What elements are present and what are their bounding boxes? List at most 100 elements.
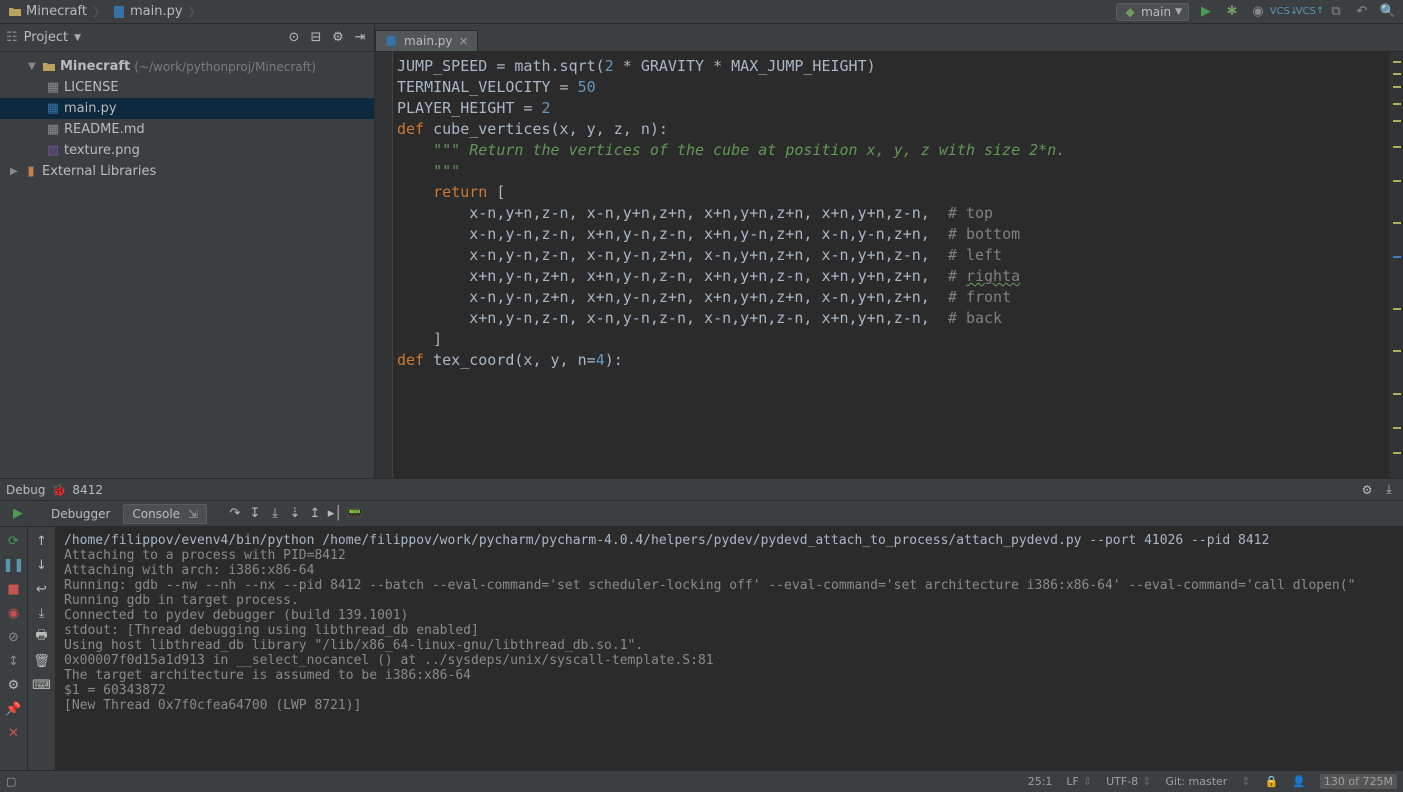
pin-icon: ⇲ — [188, 507, 198, 521]
close-tab-icon[interactable]: × — [459, 34, 469, 48]
project-tree[interactable]: ▼ Minecraft (~/work/pythonproj/Minecraft… — [0, 52, 374, 186]
vcs-update-button[interactable]: VCS↓ — [1275, 3, 1293, 21]
line-separator[interactable]: LF ⇕ — [1066, 775, 1092, 788]
tree-item[interactable]: ▨ texture.png — [0, 140, 374, 161]
editor-gutter[interactable] — [375, 52, 393, 478]
settings-gear-icon[interactable]: ⚙ — [1359, 482, 1375, 498]
tree-item-label: texture.png — [64, 143, 140, 158]
tool-window-quick-access-icon[interactable]: ▢ — [6, 775, 16, 788]
inspections-icon[interactable]: 👤 — [1292, 775, 1306, 788]
tree-item[interactable]: ▦LICENSE — [0, 77, 374, 98]
vcs-commit-button[interactable]: VCS↑ — [1301, 3, 1319, 21]
chevron-down-icon[interactable]: ▼ — [74, 33, 81, 43]
console-output[interactable]: /home/filippov/evenv4/bin/python /home/f… — [56, 527, 1403, 770]
caret-position[interactable]: 25:1 — [1028, 775, 1053, 788]
tree-root-label: Minecraft — [60, 59, 130, 74]
breadcrumb-project-label: Minecraft — [26, 4, 87, 19]
run-to-cursor-button[interactable]: ▸│ — [327, 506, 343, 522]
vcs-history-button[interactable]: ⧉ — [1327, 3, 1345, 21]
soft-wrap-button[interactable]: ↩ — [34, 581, 50, 597]
debug-toolbar: ▶ Debugger Console ⇲ ↷ ↧ ⤓ ⇣ ↥ ▸│ 📟 — [0, 501, 1403, 527]
scroll-from-source-button[interactable]: ⊙ — [286, 30, 302, 46]
chevron-down-icon[interactable]: ▼ — [28, 61, 38, 72]
hide-tool-window-button[interactable]: ⤓ — [1381, 482, 1397, 498]
editor-tab[interactable]: main.py × — [375, 30, 478, 51]
settings-gear-icon[interactable]: ⚙ — [330, 30, 346, 46]
breadcrumb: Minecraft 〉 main.py 〉 — [6, 2, 1116, 21]
hide-tool-window-button[interactable]: ⇥ — [352, 30, 368, 46]
step-out-button[interactable]: ↥ — [307, 506, 323, 522]
chevron-down-icon: ▼ — [1175, 7, 1182, 17]
close-button[interactable]: ✕ — [6, 725, 22, 741]
settings-gear-icon[interactable]: ⚙ — [6, 677, 22, 693]
coverage-button[interactable]: ◉ — [1249, 3, 1267, 21]
python-file-icon — [384, 34, 398, 48]
run-button[interactable]: ▶ — [1197, 3, 1215, 21]
scroll-to-end-button[interactable]: ⤓ — [34, 605, 50, 621]
git-branch[interactable]: Git: master — [1165, 775, 1227, 788]
tree-item-label: main.py — [64, 101, 117, 116]
error-stripe[interactable] — [1389, 52, 1403, 478]
print-button[interactable]: 🖶 — [34, 629, 50, 645]
folder-icon — [8, 5, 22, 19]
editor-tabbar: main.py × — [375, 24, 1403, 52]
folder-icon — [42, 60, 56, 74]
git-menu-icon[interactable]: ⇕ — [1241, 775, 1250, 788]
tree-root-path: (~/work/pythonproj/Minecraft) — [134, 60, 316, 74]
libraries-icon: ▮ — [24, 165, 38, 179]
view-breakpoints-button[interactable]: ◉ — [6, 605, 22, 621]
tree-item[interactable]: ▦README.md — [0, 119, 374, 140]
clear-all-button[interactable]: 🗑 — [34, 653, 50, 669]
editor-tab-label: main.py — [404, 34, 453, 48]
up-stack-button[interactable]: ↑ — [34, 533, 50, 549]
breadcrumb-sep-icon: 〉 — [93, 2, 106, 21]
chevron-right-icon[interactable]: ▶ — [10, 166, 20, 177]
tree-item[interactable]: ▦main.py — [0, 98, 374, 119]
mute-breakpoints-button[interactable]: ⊘ — [6, 629, 22, 645]
breadcrumb-project[interactable]: Minecraft — [6, 4, 89, 19]
console-tab-label: Console — [132, 507, 180, 521]
show-execution-point-button[interactable]: ↕ — [6, 653, 22, 669]
step-into-my-code-button[interactable]: ⤓ — [267, 506, 283, 522]
debug-tool-window: Debug 🐞 8412 ⚙ ⤓ ▶ Debugger Console ⇲ ↷ … — [0, 478, 1403, 770]
navigation-bar: Minecraft 〉 main.py 〉 ◆ main ▼ ▶ ✱ ◉ VCS… — [0, 0, 1403, 24]
step-over-button[interactable]: ↷ — [227, 506, 243, 522]
file-icon: ▦ — [46, 81, 60, 95]
pin-tab-button[interactable]: 📌 — [6, 701, 22, 717]
sidebar-header: ☷ Project ▼ ⊙ ⊟ ⚙ ⇥ — [0, 24, 374, 52]
tree-root[interactable]: ▼ Minecraft (~/work/pythonproj/Minecraft… — [0, 56, 374, 77]
step-into-button[interactable]: ↧ — [247, 506, 263, 522]
lock-icon[interactable]: 🔒 — [1265, 775, 1279, 788]
undo-button[interactable]: ↶ — [1353, 3, 1371, 21]
stop-button[interactable]: ■ — [6, 581, 22, 597]
project-tool-icon: ☷ — [6, 30, 18, 45]
pause-button[interactable]: ❚❚ — [6, 557, 22, 573]
editor-body: JUMP_SPEED = math.sqrt(2 * GRAVITY * MAX… — [375, 52, 1403, 478]
breadcrumb-file[interactable]: main.py — [110, 4, 185, 19]
file-icon: ▦ — [46, 123, 60, 137]
console-tab[interactable]: Console ⇲ — [123, 504, 207, 524]
rerun-button[interactable]: ⟳ — [6, 533, 22, 549]
search-everywhere-button[interactable]: 🔍 — [1379, 3, 1397, 21]
code-editor[interactable]: JUMP_SPEED = math.sqrt(2 * GRAVITY * MAX… — [393, 52, 1389, 478]
debugger-tab[interactable]: Debugger — [42, 504, 119, 524]
tree-external-libs[interactable]: ▶ ▮ External Libraries — [0, 161, 374, 182]
memory-indicator[interactable]: 130 of 725M — [1320, 774, 1397, 789]
force-step-into-button[interactable]: ⇣ — [287, 506, 303, 522]
file-icon: ▨ — [46, 144, 60, 158]
python-file-icon — [112, 5, 126, 19]
python-icon: ◆ — [1123, 5, 1137, 19]
show-python-prompt-button[interactable]: ⌨ — [34, 677, 50, 693]
down-stack-button[interactable]: ↓ — [34, 557, 50, 573]
debug-body: ⟳ ❚❚ ■ ◉ ⊘ ↕ ⚙ 📌 ✕ ↑ ↓ ↩ ⤓ 🖶 🗑 ⌨ /home/f… — [0, 527, 1403, 770]
run-configuration-selector[interactable]: ◆ main ▼ — [1116, 3, 1189, 21]
run-config-label: main — [1141, 5, 1171, 19]
resume-button[interactable]: ▶ — [10, 506, 26, 522]
tree-external-label: External Libraries — [42, 164, 156, 179]
file-encoding[interactable]: UTF-8 ⇕ — [1106, 775, 1151, 788]
debug-titlebar: Debug 🐞 8412 ⚙ ⤓ — [0, 479, 1403, 501]
debug-button[interactable]: ✱ — [1223, 3, 1241, 21]
collapse-all-button[interactable]: ⊟ — [308, 30, 324, 46]
evaluate-expression-button[interactable]: 📟 — [347, 506, 363, 522]
breadcrumb-file-label: main.py — [130, 4, 183, 19]
